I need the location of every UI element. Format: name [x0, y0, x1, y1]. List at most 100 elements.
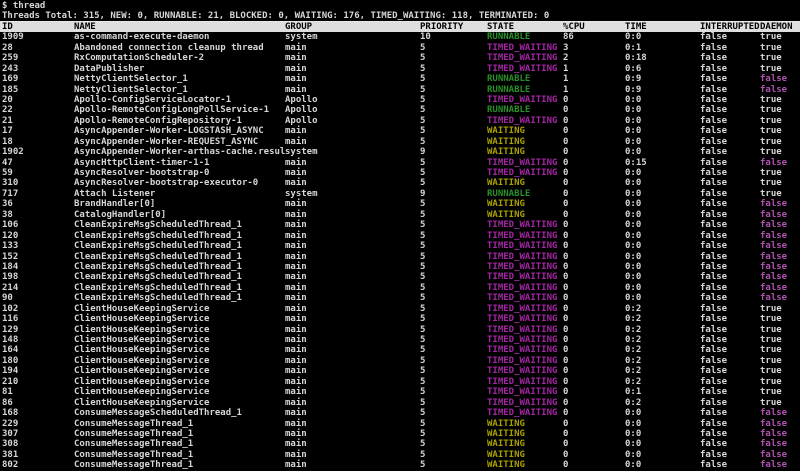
cell-cpu: 0 — [563, 345, 569, 356]
cell-interrupted: false — [700, 115, 728, 126]
thread-row: 38 CatalogHandler[0] main 5 WAITING 0 0:0 false… — [0, 210, 800, 220]
cell-time: 0:0 — [625, 126, 642, 137]
cell-id: 164 — [2, 345, 19, 356]
cell-interrupted: false — [700, 105, 728, 116]
cell-group: main — [285, 220, 307, 231]
cell-cpu: 0 — [563, 157, 569, 168]
cell-priority: 5 — [420, 397, 426, 408]
cell-id: 38 — [2, 209, 13, 220]
cell-state: WAITING — [487, 449, 525, 460]
cell-id: 1902 — [2, 147, 24, 158]
cell-name: CleanExpireMsgScheduledThread_1 — [74, 251, 242, 262]
cell-name: NettyClientSelector_1 — [74, 84, 188, 95]
cell-time: 0:9 — [625, 74, 642, 85]
cell-group: main — [285, 376, 307, 387]
cell-time: 0:9 — [625, 84, 642, 95]
cell-id: 198 — [2, 272, 19, 283]
cell-interrupted: false — [700, 241, 728, 252]
cell-group: main — [285, 136, 307, 147]
cell-name: ConsumeMessageThread_1 — [74, 428, 194, 439]
cell-state: TIMED_WAITING — [487, 335, 558, 345]
cell-group: main — [285, 261, 307, 272]
cell-group: main — [285, 74, 307, 85]
cell-interrupted: false — [700, 126, 728, 137]
cell-cpu: 0 — [563, 230, 569, 241]
cell-name: CleanExpireMsgScheduledThread_1 — [74, 261, 242, 272]
cell-time: 0:0 — [625, 209, 642, 220]
cell-group: main — [285, 178, 307, 189]
cell-group: main — [285, 303, 307, 314]
cell-cpu: 2 — [563, 53, 569, 64]
cell-name: NettyClientSelector_1 — [74, 74, 188, 85]
cell-cpu: 0 — [563, 324, 569, 335]
cell-daemon: true — [760, 105, 782, 116]
cell-daemon: false — [760, 241, 788, 252]
column-header-daemon: DAEMON — [760, 21, 793, 32]
cell-id: 152 — [2, 251, 19, 262]
cell-name: ClientHouseKeepingService — [74, 366, 210, 377]
column-header-cpu: %CPU — [563, 21, 585, 32]
cell-group: main — [285, 53, 307, 64]
cell-state: WAITING — [487, 147, 525, 158]
cell-name: AsyncAppender-Worker-REQUEST_ASYNC — [74, 136, 259, 147]
cell-time: 0:0 — [625, 136, 642, 147]
cell-name: ConsumeMessageThread_1 — [74, 460, 194, 471]
cell-interrupted: false — [700, 63, 728, 74]
cell-id: 20 — [2, 94, 13, 105]
cell-daemon: true — [760, 303, 782, 314]
cell-name: ClientHouseKeepingService — [74, 335, 210, 345]
cell-state: TIMED_WAITING — [487, 157, 558, 168]
cell-priority: 5 — [420, 74, 426, 85]
cell-priority: 5 — [420, 178, 426, 189]
cell-interrupted: false — [700, 314, 728, 325]
cell-group: main — [285, 387, 307, 398]
cell-group: main — [285, 199, 307, 210]
cell-name: as-command-execute-daemon — [74, 32, 210, 43]
cell-interrupted: false — [700, 94, 728, 105]
cell-cpu: 0 — [563, 209, 569, 220]
cell-priority: 5 — [420, 42, 426, 53]
thread-row: 86 ClientHouseKeepingService main 5 TIMED_WA… — [0, 398, 800, 408]
cell-cpu: 1 — [563, 63, 569, 74]
cell-time: 0:1 — [625, 42, 642, 53]
cell-time: 0:0 — [625, 272, 642, 283]
thread-row: 198 CleanExpireMsgScheduledThread_1 main 5 T… — [0, 272, 800, 282]
cell-time: 0:2 — [625, 355, 642, 366]
cell-priority: 5 — [420, 241, 426, 252]
cell-priority: 5 — [420, 272, 426, 283]
cell-time: 0:0 — [625, 168, 642, 178]
cell-time: 0:2 — [625, 366, 642, 377]
cell-state: TIMED_WAITING — [487, 261, 558, 272]
cell-state: WAITING — [487, 126, 525, 137]
cell-time: 0:0 — [625, 408, 642, 419]
cell-cpu: 0 — [563, 136, 569, 147]
cell-cpu: 0 — [563, 115, 569, 126]
cell-id: 22 — [2, 105, 13, 116]
cell-priority: 5 — [420, 366, 426, 377]
cell-group: main — [285, 251, 307, 262]
cell-cpu: 0 — [563, 272, 569, 283]
cell-name: CleanExpireMsgScheduledThread_1 — [74, 272, 242, 283]
thread-row: 28 Abandoned connection cleanup thread mai… — [0, 43, 800, 53]
terminal-window[interactable]: $ thread Threads Total: 315, NEW: 0, RUN… — [0, 0, 800, 471]
cell-priority: 5 — [420, 136, 426, 147]
cell-daemon: true — [760, 115, 782, 126]
cell-daemon: true — [760, 63, 782, 74]
cell-daemon: true — [760, 387, 782, 398]
cell-interrupted: false — [700, 366, 728, 377]
cell-priority: 5 — [420, 220, 426, 231]
cell-id: 259 — [2, 53, 19, 64]
cell-interrupted: false — [700, 428, 728, 439]
cell-cpu: 0 — [563, 241, 569, 252]
cell-group: main — [285, 168, 307, 178]
cell-id: 86 — [2, 397, 13, 408]
cell-time: 0:0 — [625, 32, 642, 43]
cell-daemon: false — [760, 251, 788, 262]
cell-interrupted: false — [700, 408, 728, 419]
cell-id: 310 — [2, 178, 19, 189]
cell-cpu: 0 — [563, 428, 569, 439]
column-header-priority: PRIORITY — [420, 21, 464, 32]
cell-state: TIMED_WAITING — [487, 314, 558, 325]
cell-interrupted: false — [700, 282, 728, 293]
cell-daemon: false — [760, 408, 788, 419]
